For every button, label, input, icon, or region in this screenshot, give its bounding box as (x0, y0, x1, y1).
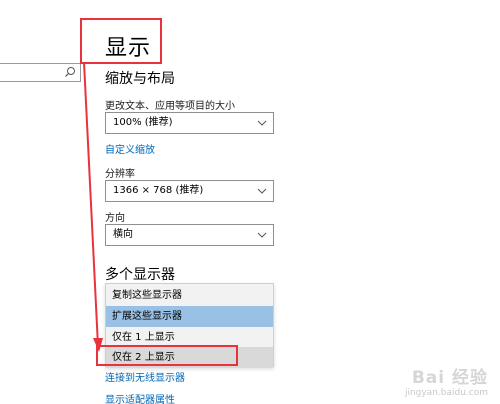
annotation-arrow (83, 61, 103, 352)
watermark: Bai 经验 jingyan.baidu.com (405, 363, 488, 398)
watermark-url: jingyan.baidu.com (404, 388, 488, 398)
watermark-logo: Bai 经验 (411, 368, 488, 388)
